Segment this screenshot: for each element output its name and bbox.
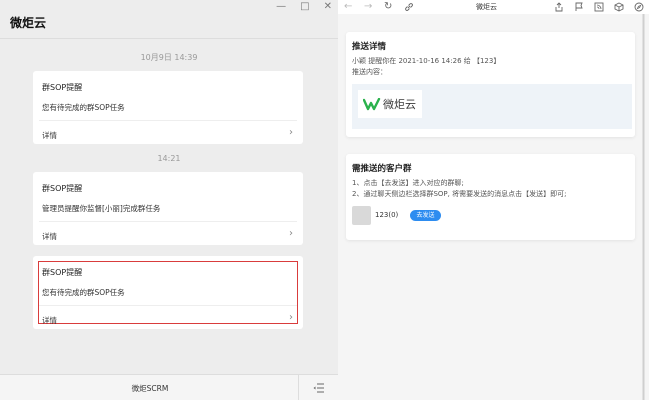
card-divider: [39, 120, 297, 121]
close-button[interactable]: ✕: [324, 0, 332, 14]
webview-title: 微炬云: [476, 3, 497, 11]
logo-text: 微炬云: [383, 98, 416, 111]
message-card[interactable]: 群SOP提醒 您有待完成的群SOP任务 详情 ›: [33, 71, 303, 144]
message-title: 群SOP提醒: [42, 184, 83, 193]
message-desc: 您有待完成的群SOP任务: [42, 103, 125, 112]
chevron-right-icon: ›: [289, 228, 293, 239]
scrollbar[interactable]: [641, 14, 646, 400]
instruction-step-1: 1、点击【去发送】进入对应的群聊;: [352, 179, 464, 187]
instruction-step-2: 2、通过聊天侧边栏选择群SOP, 将需要发送的消息点击【发送】即可;: [352, 190, 567, 198]
share-icon[interactable]: [554, 2, 564, 12]
push-detail-title: 推送详情: [352, 42, 387, 52]
webview-pane: ← → ↻ 微炬云 推送详情 小颖 提醒你在 2021-10-16 14:26 …: [338, 0, 649, 400]
card-divider: [39, 305, 297, 306]
chat-pane: 微炬云 — □ ✕ 10月9日 14:39 群SOP提醒 您有待完成的群SOP任…: [0, 0, 338, 400]
push-content-preview[interactable]: 微炬云: [352, 84, 632, 129]
browser-toolbar: ← → ↻ 微炬云: [338, 0, 649, 14]
menu-icon[interactable]: [313, 383, 325, 393]
rss-icon[interactable]: [594, 2, 604, 12]
bottom-separator: [298, 375, 299, 400]
bottom-bar: 微炬SCRM: [0, 374, 338, 400]
detail-link[interactable]: 详情: [42, 130, 57, 141]
chevron-right-icon: ›: [289, 127, 293, 138]
message-title: 群SOP提醒: [42, 83, 83, 92]
customer-groups-panel: 需推送的客户群 1、点击【去发送】进入对应的群聊; 2、通过聊天侧边栏选择群SO…: [346, 154, 635, 240]
message-timestamp: 14:21: [157, 154, 181, 163]
logo-badge: 微炬云: [358, 90, 422, 118]
card-divider: [39, 221, 297, 222]
minimize-button[interactable]: —: [276, 0, 286, 14]
customer-groups-title: 需推送的客户群: [352, 164, 412, 174]
message-timestamp: 10月9日 14:39: [140, 53, 198, 62]
message-card[interactable]: 群SOP提醒 管理员提醒你监督[小丽]完成群任务 详情 ›: [33, 172, 303, 245]
group-avatar: [352, 206, 371, 225]
compass-icon[interactable]: [634, 2, 644, 12]
header-divider: [0, 38, 338, 39]
send-button[interactable]: 去发送: [410, 210, 441, 221]
window-controls: — □ ✕: [276, 0, 332, 14]
message-card-selected[interactable]: 群SOP提醒 您有待完成的群SOP任务 详情 ›: [33, 256, 303, 329]
push-content-label: 推送内容：: [352, 68, 387, 76]
flag-icon[interactable]: [574, 2, 584, 12]
cube-icon[interactable]: [614, 2, 624, 12]
detail-link[interactable]: 详情: [42, 231, 57, 242]
logo-icon: [363, 98, 381, 111]
push-detail-panel: 推送详情 小颖 提醒你在 2021-10-16 14:26 给 【123】 推送…: [346, 32, 635, 137]
message-desc: 您有待完成的群SOP任务: [42, 288, 125, 297]
group-name: 123(0): [375, 211, 399, 219]
chat-title: 微炬云: [10, 16, 47, 30]
app-name-label[interactable]: 微炬SCRM: [0, 383, 300, 394]
maximize-button[interactable]: □: [300, 0, 309, 14]
message-title: 群SOP提醒: [42, 268, 83, 277]
chevron-right-icon: ›: [289, 312, 293, 323]
message-desc: 管理员提醒你监督[小丽]完成群任务: [42, 204, 161, 213]
detail-link[interactable]: 详情: [42, 315, 57, 326]
push-detail-info: 小颖 提醒你在 2021-10-16 14:26 给 【123】: [352, 57, 501, 65]
